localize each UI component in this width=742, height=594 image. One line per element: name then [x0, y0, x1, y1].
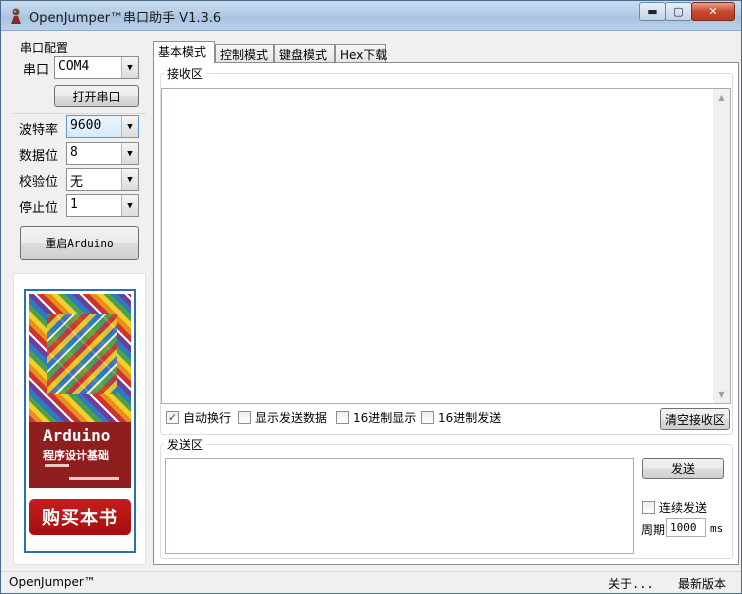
open-port-button[interactable]: 打开串口 — [54, 85, 139, 107]
checkbox-box — [421, 411, 434, 424]
minimize-button[interactable]: ▬ — [639, 2, 666, 21]
chevron-down-icon: ▼ — [121, 116, 138, 137]
cover-author-line — [45, 464, 69, 467]
tab-basic-mode[interactable]: 基本模式 — [153, 41, 215, 63]
basic-mode-panel: 接收区 ▲ ▼ ✓ 自动换行 显示发送数据 16进制显示 16进制发送 清空接收… — [153, 62, 739, 565]
restart-arduino-button[interactable]: 重启Arduino — [20, 226, 139, 260]
hex-display-checkbox[interactable]: 16进制显示 — [336, 409, 416, 426]
window-title: OpenJumper™串口助手 V1.3.6 — [29, 11, 222, 26]
status-bar: OpenJumper™ 关于... 最新版本 — [1, 571, 741, 593]
stopbits-select[interactable]: 1 ▼ — [66, 194, 139, 217]
serial-config-title: 串口配置 — [20, 41, 69, 55]
close-button[interactable]: ✕ — [691, 2, 735, 21]
tab-hex-download[interactable]: Hex下载 — [335, 44, 387, 63]
title-bar[interactable]: OpenJumper™串口助手 V1.3.6 ▬ ▢ ✕ — [1, 1, 741, 31]
cover-pattern-overlay — [47, 314, 117, 394]
parity-select-value: 无 — [70, 175, 84, 190]
continuous-send-label: 连续发送 — [659, 501, 708, 515]
hex-display-label: 16进制显示 — [353, 411, 417, 425]
period-input[interactable]: 1000 — [666, 518, 706, 537]
book-cover-image[interactable]: Arduino 程序设计基础 — [29, 294, 131, 488]
hex-send-label: 16进制发送 — [438, 411, 502, 425]
book-title: Arduino — [43, 426, 111, 445]
port-select-value: COM4 — [58, 59, 90, 74]
stopbits-label: 停止位 — [19, 201, 59, 216]
book-ad[interactable]: Arduino 程序设计基础 购买本书 — [24, 289, 136, 553]
maximize-button[interactable]: ▢ — [665, 2, 692, 21]
baud-select-value: 9600 — [70, 118, 102, 133]
scroll-down-icon[interactable]: ▼ — [713, 386, 730, 403]
receive-textarea[interactable]: ▲ ▼ — [161, 88, 731, 404]
auto-wrap-checkbox[interactable]: ✓ 自动换行 — [166, 409, 231, 426]
checkbox-box — [238, 411, 251, 424]
chevron-down-icon: ▼ — [121, 143, 138, 164]
parity-select[interactable]: 无 ▼ — [66, 168, 139, 191]
stopbits-select-value: 1 — [70, 197, 78, 212]
baud-label: 波特率 — [19, 123, 59, 138]
about-link[interactable]: 关于... — [608, 575, 654, 592]
send-textarea[interactable] — [165, 458, 634, 554]
receive-scrollbar[interactable]: ▲ ▼ — [713, 89, 730, 403]
databits-select[interactable]: 8 ▼ — [66, 142, 139, 165]
book-subtitle: 程序设计基础 — [43, 449, 109, 462]
auto-wrap-label: 自动换行 — [183, 411, 232, 425]
checkmark-icon: ✓ — [166, 411, 179, 424]
app-icon — [11, 8, 21, 24]
checkbox-box — [642, 501, 655, 514]
clear-receive-button[interactable]: 清空接收区 — [660, 408, 730, 430]
baud-select[interactable]: 9600 ▼ — [66, 115, 139, 138]
continuous-send-checkbox[interactable]: 连续发送 — [642, 499, 707, 516]
send-button[interactable]: 发送 — [642, 458, 724, 479]
port-select[interactable]: COM4 ▼ — [54, 56, 139, 79]
parity-label: 校验位 — [19, 175, 59, 190]
latest-version-link[interactable]: 最新版本 — [678, 575, 726, 592]
receive-legend: 接收区 — [164, 65, 207, 82]
send-legend: 发送区 — [164, 436, 207, 453]
tab-control-mode[interactable]: 控制模式 — [215, 44, 274, 63]
period-label: 周期 — [641, 523, 666, 537]
databits-select-value: 8 — [70, 145, 78, 160]
chevron-down-icon: ▼ — [121, 169, 138, 190]
divider — [13, 113, 146, 114]
port-label: 串口 — [23, 63, 50, 78]
show-sent-label: 显示发送数据 — [255, 411, 328, 425]
period-unit: ms — [710, 522, 724, 535]
book-ad-panel: Arduino 程序设计基础 购买本书 — [13, 273, 146, 565]
databits-label: 数据位 — [19, 149, 59, 164]
chevron-down-icon: ▼ — [121, 195, 138, 216]
show-sent-checkbox[interactable]: 显示发送数据 — [238, 409, 327, 426]
cover-publisher-line — [69, 477, 119, 480]
scroll-up-icon[interactable]: ▲ — [713, 89, 730, 106]
chevron-down-icon: ▼ — [121, 57, 138, 78]
buy-book-button[interactable]: 购买本书 — [29, 499, 131, 535]
checkbox-box — [336, 411, 349, 424]
status-app-name: OpenJumper™ — [9, 575, 96, 589]
tab-keyboard-mode[interactable]: 键盘模式 — [274, 44, 335, 63]
main-window: OpenJumper™串口助手 V1.3.6 ▬ ▢ ✕ 串口配置 串口 COM… — [0, 0, 742, 594]
hex-send-checkbox[interactable]: 16进制发送 — [421, 409, 501, 426]
